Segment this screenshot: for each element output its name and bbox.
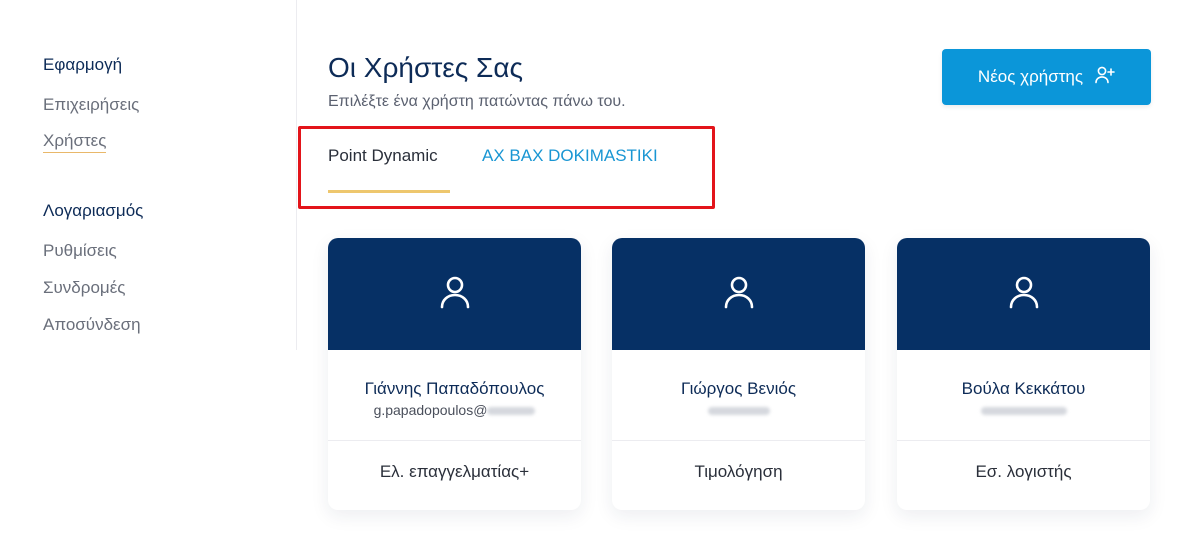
- user-email: [897, 402, 1150, 418]
- user-role: Τιμολόγηση: [694, 462, 783, 481]
- sidebar-item-logout[interactable]: Αποσύνδεση: [43, 315, 141, 335]
- sidebar-item-businesses[interactable]: Επιχειρήσεις: [43, 95, 139, 115]
- sidebar-section-account: Λογαριασμός: [43, 201, 144, 220]
- user-card[interactable]: Γιάννης Παπαδόπουλος g.papadopoulos@ Ελ.…: [328, 238, 581, 510]
- sidebar-item-subscriptions[interactable]: Συνδρομές: [43, 278, 125, 298]
- sidebar-item-settings[interactable]: Ρυθμίσεις: [43, 241, 117, 261]
- sidebar: Εφαρμογή Επιχειρήσεις Χρήστες Λογαριασμό…: [0, 0, 297, 350]
- new-user-button[interactable]: Νέος χρήστης: [942, 49, 1151, 105]
- card-divider: [328, 440, 581, 441]
- add-user-icon: [1095, 66, 1115, 89]
- active-tab-indicator: [328, 190, 450, 193]
- user-name: Βούλα Κεκκάτου: [961, 379, 1086, 398]
- user-icon: [1008, 275, 1040, 314]
- card-header: [328, 238, 581, 350]
- user-email: [612, 402, 865, 418]
- tab-point-dynamic[interactable]: Point Dynamic: [328, 146, 438, 166]
- redacted-text: [707, 407, 770, 416]
- user-email-visible: g.papadopoulos@: [373, 402, 488, 418]
- user-name: Γιάννης Παπαδόπουλος: [364, 379, 545, 398]
- sidebar-item-users[interactable]: Χρήστες: [43, 131, 107, 153]
- page-title: Οι Χρήστες Σας: [328, 52, 524, 83]
- user-email: g.papadopoulos@: [328, 402, 581, 418]
- user-icon: [439, 275, 471, 314]
- user-card[interactable]: Βούλα Κεκκάτου Εσ. λογιστής: [897, 238, 1150, 510]
- user-role: Εσ. λογιστής: [975, 462, 1072, 481]
- tab-ax-bax-dokimastiki[interactable]: AX BAX DOKIMASTIKI: [482, 146, 658, 166]
- user-name: Γιώργος Βενιός: [680, 379, 797, 398]
- tabs-highlight-box: [298, 126, 715, 209]
- new-user-label: Νέος χρήστης: [977, 67, 1084, 86]
- user-icon: [723, 275, 755, 314]
- page-subtitle: Επιλέξτε ένα χρήστη πατώντας πάνω του.: [328, 93, 626, 110]
- user-role: Ελ. επαγγελματίας+: [379, 462, 530, 481]
- card-header: [612, 238, 865, 350]
- card-header: [897, 238, 1150, 350]
- user-card[interactable]: Γιώργος Βενιός Τιμολόγηση: [612, 238, 865, 510]
- redacted-text: [487, 407, 536, 416]
- redacted-text: [980, 407, 1067, 416]
- card-divider: [612, 440, 865, 441]
- card-divider: [897, 440, 1150, 441]
- sidebar-section-app: Εφαρμογή: [43, 55, 123, 74]
